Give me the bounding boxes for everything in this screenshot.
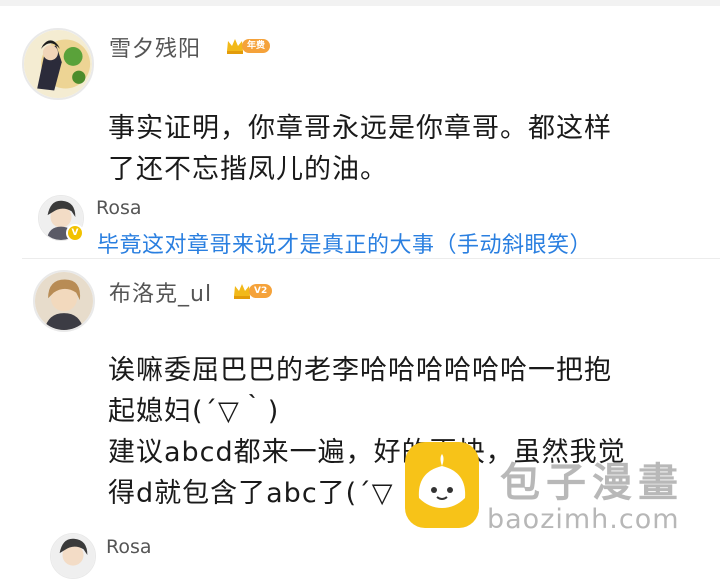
username[interactable]: 雪夕残阳 (109, 31, 201, 63)
comment-line: 了还不忘揩凤儿的油。 (108, 154, 388, 185)
vip-badge: 年费 (226, 36, 271, 56)
reply-text: 毕竟这对章哥来说才是真正的大事（手动斜眼笑） (97, 233, 593, 258)
avatar-illustration (35, 272, 93, 330)
comment-line: 诶嘛委屈巴巴的老李哈哈哈哈哈哈一把抱 (108, 355, 612, 386)
watermark: 包子漫畫 baozimh.com (405, 442, 705, 542)
avatar-user-2[interactable] (33, 270, 95, 332)
avatar-rosa[interactable] (50, 533, 96, 579)
avatar-user-1[interactable] (22, 28, 94, 100)
username[interactable]: 布洛克_ul (109, 276, 212, 308)
verified-icon: V (66, 224, 84, 242)
reply-username[interactable]: Rosa (106, 536, 152, 558)
divider (22, 258, 720, 259)
badge-label: V2 (249, 284, 273, 298)
avatar-illustration (24, 30, 92, 98)
vip-badge: V2 (233, 281, 273, 301)
comment-line: 事实证明，你章哥永远是你章哥。都这样 (108, 113, 612, 144)
reply-username[interactable]: Rosa (96, 197, 142, 219)
watermark-title: 包子漫畫 (500, 460, 684, 506)
comment-line: 起媳妇(´▽｀) (108, 396, 280, 427)
bun-logo-drawing (418, 454, 466, 508)
comment-line: 得d就包含了abc了(´▽ (108, 478, 394, 509)
avatar-illustration (51, 534, 95, 578)
top-divider (0, 0, 720, 6)
badge-label: 年费 (242, 39, 271, 53)
watermark-url: baozimh.com (487, 504, 680, 535)
bun-logo-icon (405, 442, 479, 528)
